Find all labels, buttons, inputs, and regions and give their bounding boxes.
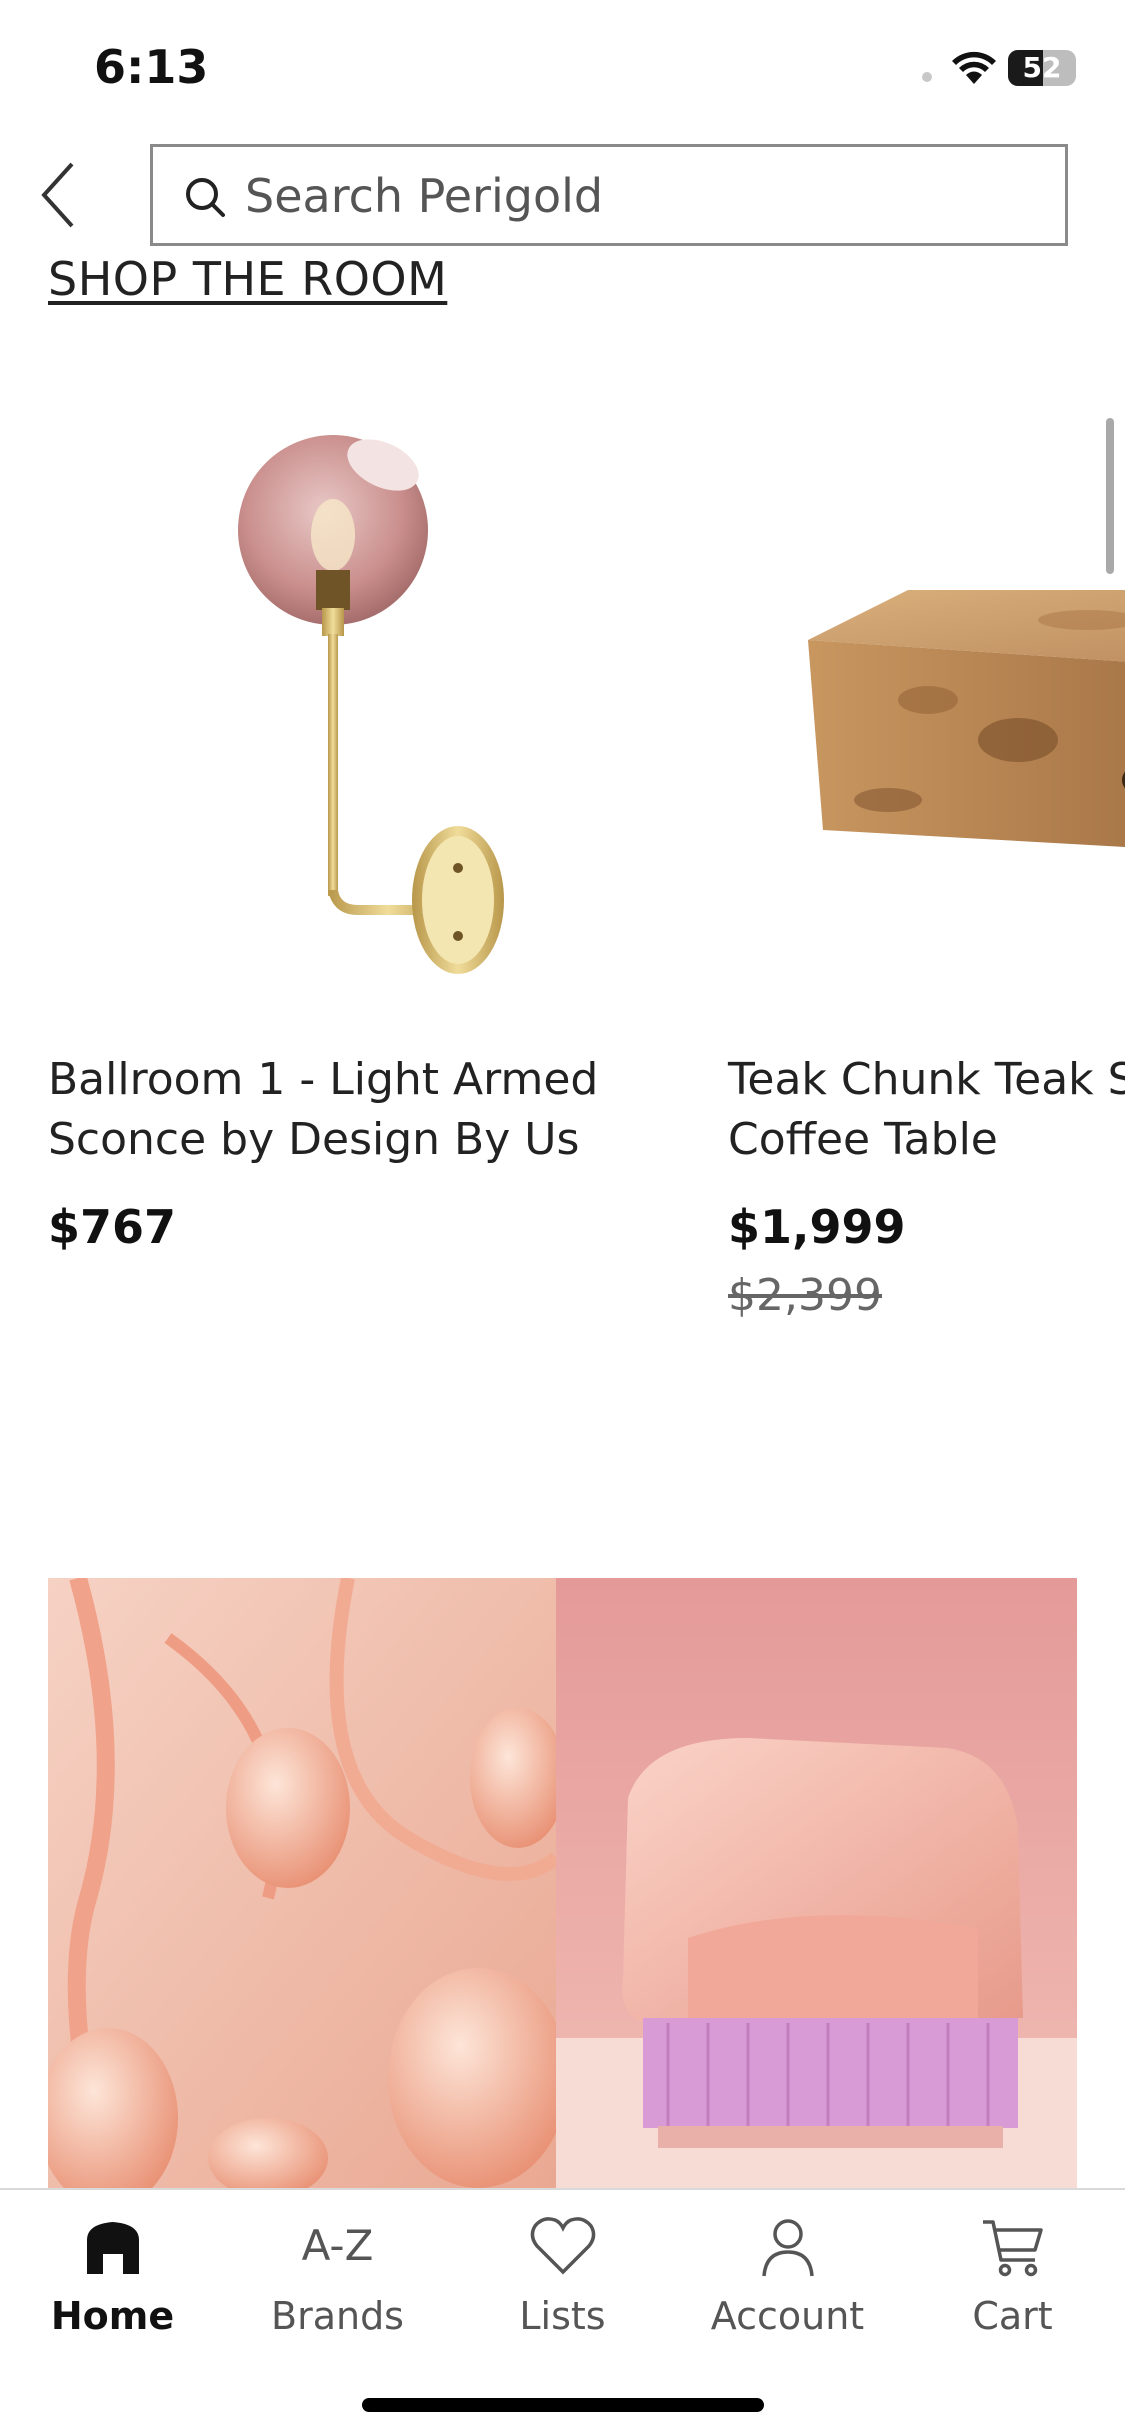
cart-icon [982,2220,1043,2277]
product-image-sconce [238,435,504,974]
wifi-icon [952,51,996,84]
product-carousel[interactable]: Ballroom 1 - Light Armed Sconce by Desig… [0,370,1125,1370]
tab-label: Brands [271,2294,404,2338]
shop-the-room-link[interactable]: SHOP THE ROOM [48,252,447,306]
search-bar[interactable] [150,144,1068,246]
product-original-price: $2,399 [728,1270,882,1321]
product-title: Ballroom 1 - Light Armed Sconce by Desig… [48,1054,599,1165]
product-title: Teak Chunk Teak Solid Wood Coffee Table [728,1054,1125,1165]
tab-cart[interactable]: Cart [900,2210,1125,2370]
tab-label: Lists [519,2294,606,2338]
heart-icon [530,2217,595,2275]
tab-account[interactable]: Account [675,2210,900,2370]
person-icon [761,2219,814,2277]
tab-home[interactable]: Home [0,2210,225,2370]
product-price: $767 [48,1200,177,1254]
tab-label: Home [50,2294,175,2338]
status-time: 6:13 [94,40,209,94]
signal-dot-icon [922,72,932,82]
tab-lists[interactable]: Lists [450,2210,675,2370]
product-image-coffee-table [808,590,1125,847]
tab-label: Account [710,2294,865,2338]
a-z-icon: A-Z [301,2221,374,2270]
scrollbar[interactable] [1106,418,1114,574]
battery-level: 52 [1022,51,1062,84]
battery-icon: 52 [1008,50,1076,86]
search-icon [186,178,225,217]
tab-label: Cart [972,2294,1053,2338]
tab-brands[interactable]: A-Z Brands [225,2210,450,2370]
home-icon [86,2222,139,2274]
product-price: $1,999 [728,1200,906,1254]
promo-banner-image[interactable] [48,1578,1077,2188]
status-bar: 6:13 52 [0,0,1125,140]
home-indicator [362,2398,764,2412]
search-input[interactable] [243,147,1047,245]
chevron-left-icon[interactable] [30,150,90,240]
